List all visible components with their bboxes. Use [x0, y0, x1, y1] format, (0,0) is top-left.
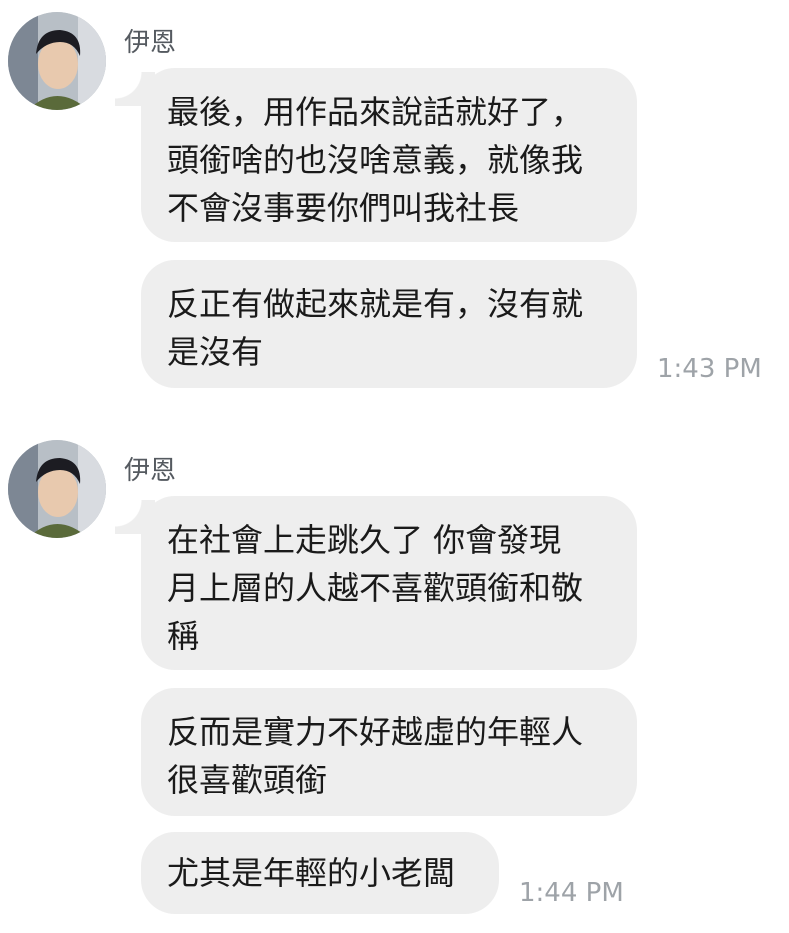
avatar-photo: [8, 12, 106, 110]
message-bubble[interactable]: 在社會上走跳久了 你會發現 月上層的人越不喜歡頭銜和敬 稱: [115, 496, 637, 670]
message-bubble[interactable]: 反而是實力不好越虛的年輕人 很喜歡頭銜: [141, 688, 637, 816]
avatar-photo: [8, 440, 106, 538]
avatar[interactable]: [8, 12, 106, 110]
sender-name: 伊恩: [124, 28, 177, 58]
message-timestamp: 1:43 PM: [657, 354, 762, 384]
message-timestamp: 1:44 PM: [519, 878, 624, 908]
message-bubble[interactable]: 尤其是年輕的小老闆: [141, 832, 499, 914]
avatar[interactable]: [8, 440, 106, 538]
sender-name: 伊恩: [124, 456, 177, 486]
message-bubble[interactable]: 最後，用作品來說話就好了， 頭銜啥的也沒啥意義，就像我 不會沒事要你們叫我社長: [115, 68, 637, 242]
message-bubble[interactable]: 反正有做起來就是有，沒有就 是沒有: [141, 260, 637, 388]
